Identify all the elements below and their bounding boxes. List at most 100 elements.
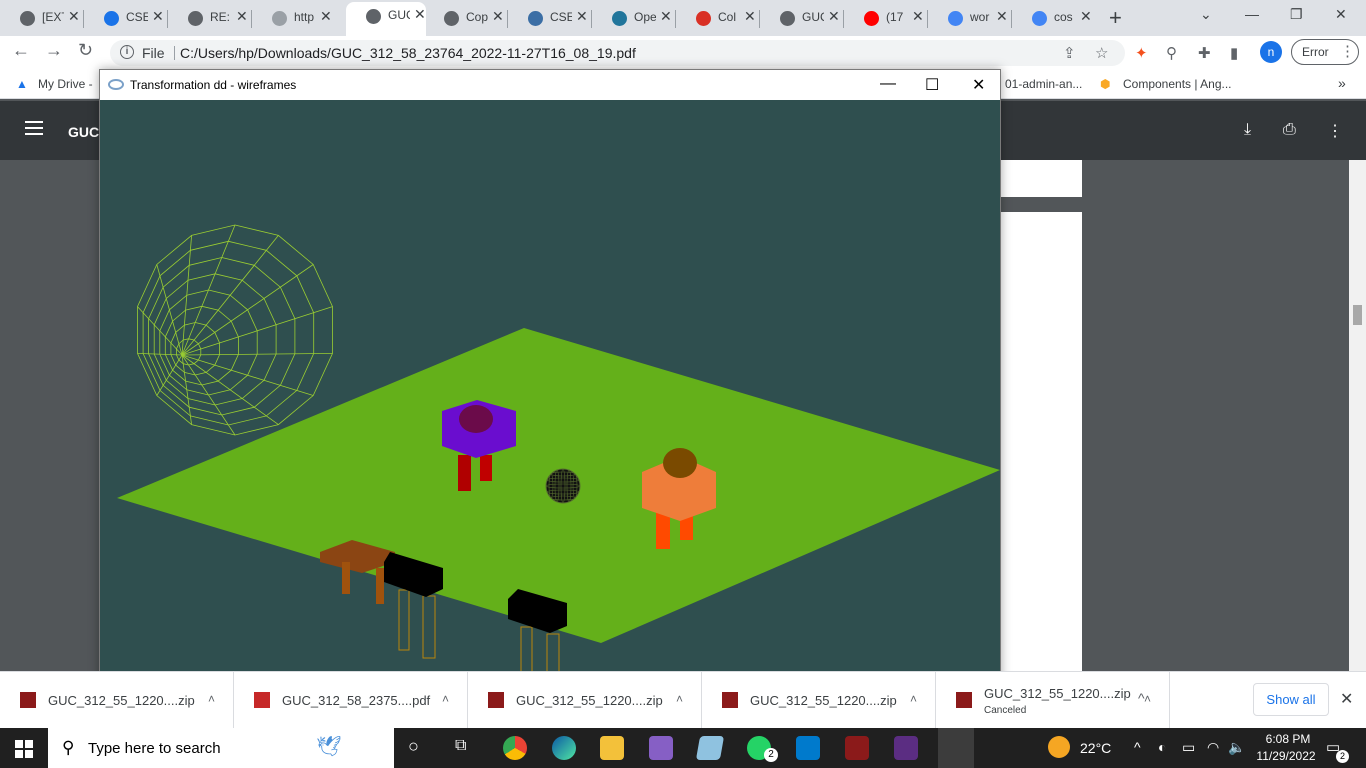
forward-icon[interactable]: →	[45, 40, 63, 61]
download-item[interactable]: GUC_312_55_1220....zip ˄	[468, 672, 702, 729]
render-viewport[interactable]	[100, 100, 1000, 701]
side-panel-icon[interactable]: ▮	[1230, 44, 1238, 62]
temperature[interactable]: 22°C	[1080, 740, 1111, 756]
tab-close-icon[interactable]: ✕	[1080, 8, 1092, 25]
weather-icon[interactable]	[1048, 736, 1070, 758]
extension-icon[interactable]: ✦	[1135, 44, 1148, 62]
url-text[interactable]: C:/Users/hp/Downloads/GUC_312_58_23764_2…	[180, 45, 636, 61]
tab-close-icon[interactable]: ✕	[660, 8, 672, 25]
browser-tab[interactable]: CSE ✕	[508, 4, 592, 32]
tab-close-icon[interactable]: ✕	[576, 8, 588, 25]
download-options-icon[interactable]: ˄	[1144, 692, 1151, 706]
tab-close-icon[interactable]: ✕	[68, 8, 80, 25]
tab-close-icon[interactable]: ✕	[320, 8, 332, 25]
browser-tab[interactable]: (17 ✕	[844, 4, 928, 32]
visual-studio-icon[interactable]	[649, 736, 673, 760]
download-options-icon[interactable]: ˄	[208, 692, 215, 706]
meet-now-icon[interactable]: ◐	[1158, 739, 1166, 755]
notes-app-icon[interactable]	[695, 736, 725, 760]
app-close-icon[interactable]: ✕	[972, 75, 985, 95]
opengl-app-icon-active[interactable]	[938, 728, 974, 768]
download-item[interactable]: GUC_312_55_1220....zip ˄	[0, 672, 234, 729]
vscode-icon[interactable]	[796, 736, 820, 760]
browser-tab[interactable]: Col ✕	[676, 4, 760, 32]
reload-icon[interactable]: ↻	[78, 40, 93, 61]
share-icon[interactable]: ⇪	[1063, 44, 1076, 62]
download-options-icon[interactable]: ˄	[676, 692, 683, 706]
address-bar[interactable]: i File C:/Users/hp/Downloads/GUC_312_58_…	[110, 40, 1125, 66]
tab-close-icon[interactable]: ✕	[492, 8, 504, 25]
tab-search-icon[interactable]: ⌄	[1200, 6, 1212, 23]
edge-app-icon[interactable]	[552, 736, 576, 760]
tab-close-icon[interactable]: ✕	[828, 8, 840, 25]
download-options-icon[interactable]: ˄	[910, 692, 917, 706]
tab-close-icon[interactable]: ✕	[744, 8, 756, 25]
chrome-app-icon[interactable]	[503, 736, 527, 760]
taskbar-search[interactable]: ⚲ Type here to search 🕊	[48, 728, 394, 768]
winrar-icon[interactable]	[845, 736, 869, 760]
browser-tab[interactable]: GUC✕	[346, 2, 426, 36]
browser-tab[interactable]: http ✕	[252, 4, 336, 32]
bookmark-my-drive[interactable]: My Drive -	[38, 77, 93, 91]
app-titlebar[interactable]: Transformation dd - wireframes — ☐ ✕	[100, 70, 1000, 100]
bookmark-star-icon[interactable]: ☆	[1095, 44, 1108, 62]
browser-toolbar: ← → ↻ i File C:/Users/hp/Downloads/GUC_3…	[0, 36, 1366, 70]
pdf-menu-icon[interactable]	[25, 121, 43, 139]
scrollbar-thumb[interactable]	[1353, 305, 1362, 325]
browser-tab[interactable]: CSE ✕	[84, 4, 168, 32]
print-icon[interactable]: ⎙	[1283, 121, 1296, 139]
bookmarks-overflow-icon[interactable]: »	[1338, 75, 1346, 91]
browser-tab[interactable]: cos ✕	[1012, 4, 1096, 32]
tab-close-icon[interactable]: ✕	[236, 8, 248, 25]
download-icon[interactable]: ⤓	[1244, 121, 1251, 139]
brown-table	[320, 540, 395, 604]
zoom-icon[interactable]: ⚲	[1166, 44, 1177, 62]
bookmark-components[interactable]: Components | Ang...	[1123, 77, 1232, 91]
close-downloads-icon[interactable]: ✕	[1340, 689, 1353, 709]
app-minimize-icon[interactable]: —	[880, 75, 896, 93]
browser-tab[interactable]: GUC✕	[760, 4, 844, 32]
download-options-icon[interactable]: ˄	[442, 692, 449, 706]
browser-tab[interactable]: [EXT ✕	[0, 4, 84, 32]
tab-close-icon[interactable]: ✕	[152, 8, 164, 25]
back-icon[interactable]: ←	[12, 40, 30, 61]
file-type-icon	[254, 692, 270, 708]
pdf-scrollbar[interactable]	[1349, 160, 1366, 671]
tab-favicon-icon	[948, 11, 963, 26]
pdf-more-icon[interactable]: ⋮	[1327, 121, 1343, 141]
info-icon[interactable]: i	[120, 45, 134, 59]
browser-tab[interactable]: Cop ✕	[424, 4, 508, 32]
tab-close-icon[interactable]: ✕	[912, 8, 924, 25]
clock-date[interactable]: 11/29/2022	[1250, 749, 1322, 763]
download-item[interactable]: GUC_312_58_2375....pdf ˄	[234, 672, 468, 729]
download-item[interactable]: GUC_312_55_1220....zip ˄	[702, 672, 936, 729]
downloads-chevron-icon[interactable]: ^	[1138, 690, 1145, 706]
battery-icon[interactable]: ▭	[1182, 739, 1195, 756]
restore-icon[interactable]: ❐	[1290, 6, 1303, 23]
browser-tab[interactable]: wor ✕	[928, 4, 1012, 32]
browser-tab[interactable]: RE: ✕	[168, 4, 252, 32]
wifi-icon[interactable]: ◠	[1207, 739, 1219, 756]
close-icon[interactable]: ✕	[1335, 6, 1347, 23]
extensions-puzzle-icon[interactable]: ✚	[1198, 44, 1211, 62]
terminal-app-icon[interactable]	[894, 736, 918, 760]
tab-close-icon[interactable]: ✕	[996, 8, 1008, 25]
minimize-icon[interactable]: —	[1245, 6, 1259, 22]
browser-tab[interactable]: Ope ✕	[592, 4, 676, 32]
black-bench-left	[384, 552, 443, 659]
volume-icon[interactable]: 🔈	[1228, 739, 1245, 756]
new-tab-button[interactable]: +	[1109, 5, 1122, 31]
clock-time[interactable]: 6:08 PM	[1258, 732, 1318, 746]
bookmark-admin[interactable]: 01-admin-an...	[1005, 77, 1082, 91]
file-explorer-icon[interactable]	[600, 736, 624, 760]
app-maximize-icon[interactable]: ☐	[925, 75, 939, 95]
tab-favicon-icon	[366, 9, 381, 24]
more-menu-icon[interactable]: ⋮	[1340, 42, 1355, 60]
cortana-icon[interactable]: ○	[408, 736, 419, 757]
download-item[interactable]: GUC_312_55_1220....zip Canceled ˄	[936, 672, 1170, 729]
profile-avatar[interactable]: n	[1260, 41, 1282, 63]
task-view-icon[interactable]: ⧉	[455, 737, 466, 755]
start-button[interactable]	[15, 740, 33, 758]
tray-overflow-icon[interactable]: ^	[1134, 739, 1141, 755]
show-all-button[interactable]: Show all	[1253, 683, 1329, 716]
